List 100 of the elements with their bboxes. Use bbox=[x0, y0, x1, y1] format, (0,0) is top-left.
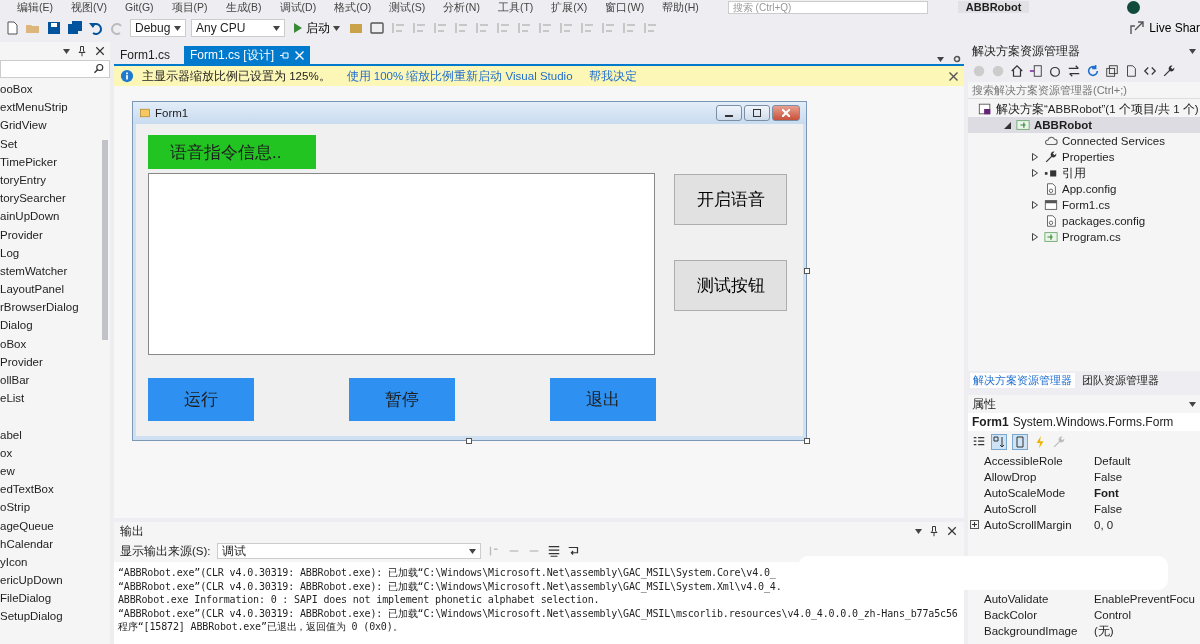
toolbox-item[interactable]: oBox bbox=[0, 334, 110, 353]
source-dropdown[interactable]: 调试 bbox=[216, 543, 481, 559]
form-button[interactable]: 暂停 bbox=[349, 378, 455, 421]
menu-item[interactable]: 测试(S) bbox=[380, 0, 435, 14]
menu-item[interactable]: 帮助(H) bbox=[653, 0, 708, 14]
configuration-dropdown[interactable]: Debug bbox=[130, 19, 186, 37]
close-icon[interactable] bbox=[94, 45, 106, 57]
pin-icon[interactable] bbox=[928, 525, 940, 537]
toolbox-search-field[interactable] bbox=[0, 60, 110, 78]
panel-tab[interactable]: 团队资源管理器 bbox=[1079, 372, 1162, 388]
menu-item[interactable]: 编辑(E) bbox=[8, 0, 62, 14]
toolbox-item[interactable]: TimePicker bbox=[0, 152, 110, 171]
properties-icon[interactable] bbox=[1012, 434, 1028, 450]
toolbox-item[interactable]: abel bbox=[0, 407, 110, 444]
start-button[interactable]: 启动 bbox=[290, 19, 343, 37]
menu-item[interactable]: 格式(O) bbox=[325, 0, 381, 14]
property-row[interactable]: AutoScroll False bbox=[968, 501, 1200, 517]
toolbox-item[interactable]: ox bbox=[0, 443, 110, 462]
toolbox-item[interactable]: Set bbox=[0, 134, 110, 153]
sort-icon[interactable] bbox=[991, 434, 1007, 450]
form-button[interactable]: 开启语音 bbox=[674, 174, 787, 225]
menu-item[interactable]: 视图(V) bbox=[62, 0, 116, 14]
clear-icon[interactable] bbox=[546, 544, 561, 558]
caret-icon[interactable] bbox=[915, 528, 922, 534]
toolbox-item[interactable]: Log bbox=[0, 243, 110, 262]
tree-item[interactable]: Form1.cs bbox=[968, 197, 1200, 213]
avatar[interactable] bbox=[1127, 0, 1140, 14]
form-button[interactable]: 运行 bbox=[148, 378, 254, 421]
window-icon[interactable] bbox=[369, 20, 385, 36]
minimize-button[interactable] bbox=[716, 105, 742, 121]
tree-item[interactable]: Connected Services bbox=[968, 133, 1200, 149]
toolbox-item[interactable]: FileDialog bbox=[0, 589, 110, 608]
close-button[interactable] bbox=[949, 71, 958, 81]
toolbox-item[interactable]: SetupDialog bbox=[0, 607, 110, 626]
toolbox-item[interactable]: ageQueue bbox=[0, 516, 110, 535]
tree-item[interactable]: packages.config bbox=[968, 213, 1200, 229]
search-field[interactable]: 搜索解决方案资源管理器(Ctrl+;) bbox=[968, 82, 1200, 99]
resize-handle[interactable] bbox=[466, 438, 472, 444]
menu-item[interactable]: 窗口(W) bbox=[596, 0, 654, 14]
toolbox-item[interactable]: GridView bbox=[0, 116, 110, 135]
toolbox-item[interactable]: ollBar bbox=[0, 371, 110, 390]
document-tab[interactable]: Form1.cs bbox=[114, 46, 176, 64]
toolbox-item[interactable]: Dialog bbox=[0, 316, 110, 335]
toolbox-item[interactable]: rBrowserDialog bbox=[0, 298, 110, 317]
wrap-icon[interactable] bbox=[566, 544, 581, 558]
save-icon[interactable] bbox=[46, 20, 62, 36]
caret-icon[interactable] bbox=[1189, 401, 1196, 407]
caret-icon[interactable] bbox=[1189, 48, 1196, 54]
menu-item[interactable]: 工具(T) bbox=[488, 0, 543, 14]
toolbox-item[interactable]: eList bbox=[0, 389, 110, 408]
toolbox-item[interactable]: Provider bbox=[0, 225, 110, 244]
info-link[interactable]: 使用 100% 缩放比例重新启动 Visual Studio bbox=[346, 68, 573, 84]
toolbox-item[interactable]: hCalendar bbox=[0, 534, 110, 553]
close-button[interactable] bbox=[772, 105, 800, 121]
collapse-icon[interactable] bbox=[1105, 64, 1119, 78]
menu-item[interactable]: 调试(D) bbox=[270, 0, 326, 14]
close-icon[interactable] bbox=[946, 525, 958, 537]
save-all-icon[interactable] bbox=[67, 20, 83, 36]
expanded-arrow-icon[interactable] bbox=[1003, 121, 1011, 129]
new-file-icon[interactable] bbox=[4, 20, 20, 36]
refresh-icon[interactable] bbox=[1086, 64, 1100, 78]
scrollbar[interactable] bbox=[102, 140, 108, 340]
tree-item[interactable]: App.config bbox=[968, 181, 1200, 197]
expand-box-icon[interactable] bbox=[970, 519, 979, 529]
menu-item[interactable]: 分析(N) bbox=[434, 0, 489, 14]
tree-item[interactable]: Properties bbox=[968, 149, 1200, 165]
collapsed-arrow-icon[interactable] bbox=[1032, 201, 1038, 209]
tree-item[interactable]: Program.cs bbox=[968, 229, 1200, 245]
tree-item[interactable]: ABBRobot bbox=[968, 117, 1200, 133]
property-row[interactable]: AutoScrollMargin 0, 0 bbox=[968, 517, 1200, 533]
resize-handle[interactable] bbox=[804, 268, 810, 274]
toolbox-item[interactable]: toryEntry bbox=[0, 170, 110, 190]
property-row[interactable]: BackgroundImage (无) bbox=[968, 623, 1200, 639]
switch-view-icon[interactable] bbox=[1029, 64, 1043, 78]
menu-item[interactable]: 生成(B) bbox=[216, 0, 271, 14]
property-row[interactable]: AutoScaleMode Font bbox=[968, 485, 1200, 501]
form-window[interactable]: Form1 语音指令信息.. 开启语音 测试按钮 运行 暂停 退出 bbox=[132, 101, 807, 441]
live-share-button[interactable]: Live Shar bbox=[1123, 19, 1200, 37]
undo-icon[interactable] bbox=[88, 20, 104, 36]
toolbox-item[interactable]: torySearcher bbox=[0, 189, 110, 208]
toolbox-item[interactable]: yIcon bbox=[0, 552, 110, 572]
maximize-button[interactable] bbox=[744, 105, 770, 121]
toolbox-item[interactable]: ew bbox=[0, 461, 110, 481]
menu-item[interactable]: 项目(P) bbox=[162, 0, 217, 14]
panel-tab[interactable]: 解决方案资源管理器 bbox=[970, 372, 1075, 388]
toolbox-item[interactable]: edTextBox bbox=[0, 480, 110, 499]
tree-item[interactable]: 引用 bbox=[968, 165, 1200, 181]
toolbox-item[interactable]: ooBox bbox=[0, 80, 110, 99]
property-row[interactable]: AllowDrop False bbox=[968, 469, 1200, 485]
caret-icon[interactable] bbox=[937, 56, 944, 62]
code-icon[interactable] bbox=[1143, 64, 1157, 78]
property-row[interactable]: AutoValidate EnablePreventFocu bbox=[968, 591, 1200, 607]
property-row[interactable]: AccessibleRole Default bbox=[968, 453, 1200, 469]
home-icon[interactable] bbox=[1010, 64, 1024, 78]
toolbox-item[interactable]: extMenuStrip bbox=[0, 98, 110, 117]
toolbox-item[interactable]: oStrip bbox=[0, 498, 110, 517]
menu-item[interactable]: Git(G) bbox=[116, 0, 163, 14]
caret-icon[interactable] bbox=[63, 48, 70, 54]
info-link[interactable]: 帮我决定 bbox=[588, 68, 637, 84]
form-button[interactable]: 退出 bbox=[550, 378, 656, 421]
